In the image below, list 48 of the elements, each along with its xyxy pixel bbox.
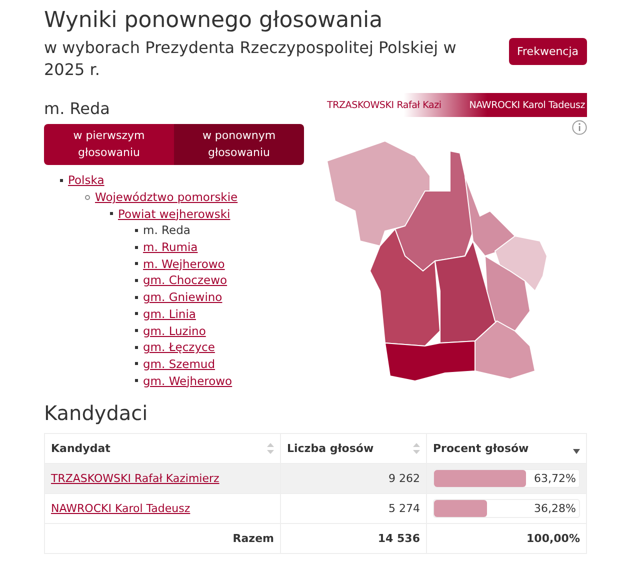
turnout-button[interactable]: Frekwencja — [509, 38, 587, 65]
bullet-icon — [135, 278, 138, 282]
tree-link[interactable]: Polska — [68, 173, 104, 188]
bullet-icon — [85, 194, 90, 200]
table-cell: 14 536 — [281, 524, 427, 553]
tree-link[interactable]: gm. Luzino — [143, 324, 206, 338]
bullet-icon — [135, 228, 138, 232]
round-tab[interactable]: w pierwszym głosowaniu — [44, 124, 174, 165]
tree-link[interactable]: gm. Łęczyce — [143, 340, 215, 354]
bullet-icon — [135, 296, 138, 299]
percent-value: 63,72% — [534, 472, 577, 485]
candidate-link[interactable]: TRZASKOWSKI Rafał Kazimierz — [51, 472, 220, 485]
page-subtitle: w wyborach Prezydenta Rzeczypospolitej Polskiej w 2025 r. — [44, 37, 458, 81]
tree-link[interactable]: m. Wejherowo — [143, 256, 225, 271]
tree-link[interactable]: Powiat wejherowski — [118, 206, 230, 221]
bullet-icon — [110, 212, 113, 216]
tree-link[interactable]: gm. Linia — [143, 306, 196, 321]
bullet-icon — [135, 312, 138, 316]
legend-label: NAWROCKI Karol Tadeusz — [469, 100, 585, 110]
info-icon[interactable] — [572, 120, 587, 135]
tree-link[interactable]: gm. Gniewino — [143, 290, 222, 304]
bullet-icon — [135, 362, 138, 366]
table-cell: Razem — [45, 524, 281, 553]
tree-link[interactable]: gm. Wejherowo — [143, 374, 232, 388]
percent-value: 36,28% — [534, 502, 577, 515]
bullet-icon — [135, 262, 138, 266]
legend-label: TRZASKOWSKI Rafał Kazi — [327, 100, 442, 110]
section-title: Kandydaci — [44, 400, 149, 425]
tree-link[interactable]: m. Rumia — [143, 240, 198, 254]
table-cell: 9 262 — [281, 464, 427, 494]
table-cell: 5 274 — [281, 494, 427, 524]
tree-link[interactable]: gm. Choczewo — [143, 273, 228, 288]
bullet-icon — [60, 178, 63, 182]
round-tab[interactable]: w ponownym głosowaniu — [174, 124, 304, 165]
tree-item: m. Reda — [143, 223, 190, 238]
bullet-icon — [135, 346, 138, 349]
page-title: Wyniki ponownego głosowania — [44, 8, 384, 33]
bullet-icon — [135, 329, 138, 332]
tree-link[interactable]: gm. Szemud — [143, 356, 216, 371]
tree-link[interactable]: Województwo pomorskie — [95, 190, 238, 204]
column-label: Liczba głosów — [287, 442, 374, 455]
candidate-link[interactable]: NAWROCKI Karol Tadeusz — [51, 502, 190, 515]
bullet-icon — [135, 246, 138, 249]
bullet-icon — [135, 379, 138, 382]
column-label: Kandydat — [51, 442, 110, 455]
place-name: m. Reda — [44, 99, 111, 118]
table-cell-text: 100,00% — [526, 530, 581, 547]
column-label: Procent głosów — [433, 442, 529, 455]
